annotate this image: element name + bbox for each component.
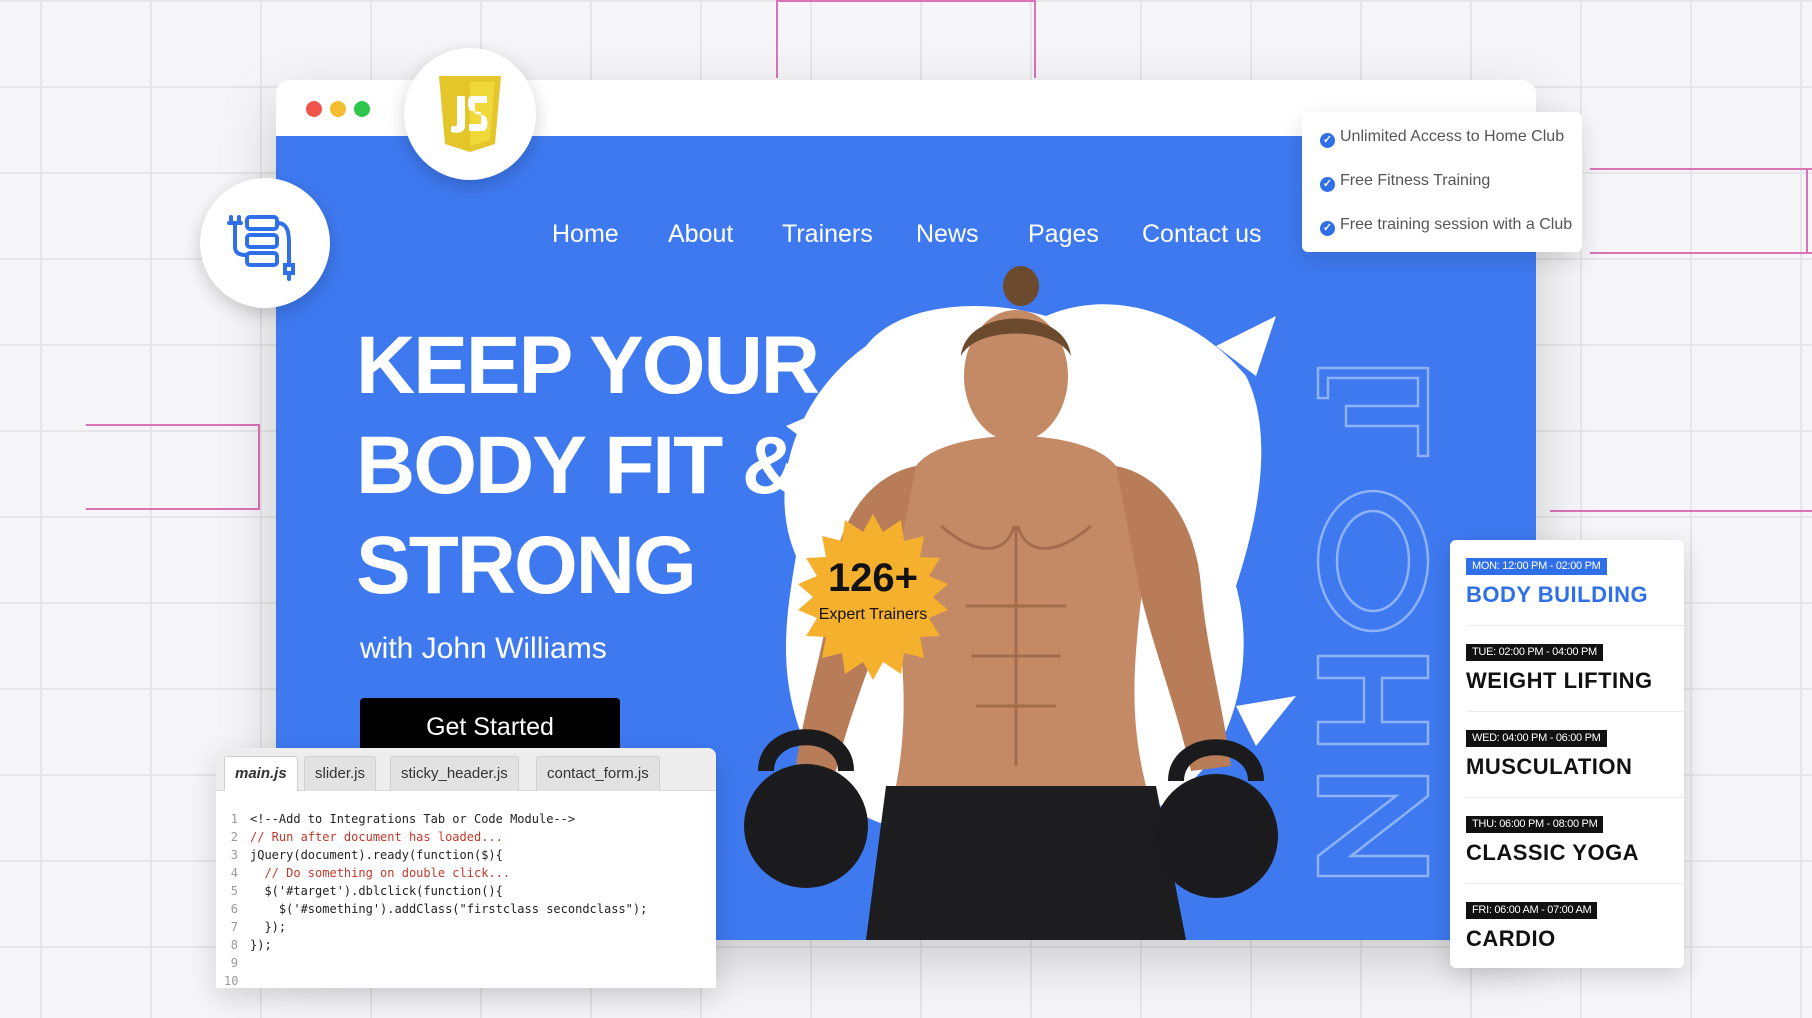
- code-line: 10: [224, 974, 239, 988]
- nav-contact-us[interactable]: Contact us: [1142, 220, 1262, 249]
- schedule-slot[interactable]: TUE: 02:00 PM - 04:00 PM WEIGHT LIFTING: [1466, 626, 1684, 712]
- trainers-count: 126+: [827, 556, 919, 600]
- decor-line: [86, 424, 260, 426]
- code-line: 2// Run after document has loaded...: [230, 830, 503, 844]
- decor-line: [1034, 0, 1036, 78]
- decor-line: [1590, 252, 1812, 254]
- outline-name-decor: [1306, 356, 1436, 940]
- nav-home[interactable]: Home: [552, 220, 619, 249]
- class-schedule-card: MON: 12:00 PM - 02:00 PM BODY BUILDING T…: [1450, 540, 1684, 968]
- code-line: 3 jQuery(document).ready(function($){: [230, 848, 503, 862]
- check-circle-icon: ✓: [1320, 177, 1335, 192]
- minimize-dot[interactable]: [330, 101, 346, 117]
- decor-line: [258, 424, 260, 510]
- schedule-slot[interactable]: FRI: 06:00 AM - 07:00 AM CARDIO: [1466, 884, 1684, 968]
- code-line: 7 });: [230, 920, 287, 934]
- decor-line: [776, 0, 778, 78]
- nav-news[interactable]: News: [916, 220, 979, 249]
- javascript-logo-icon: [439, 76, 501, 152]
- check-circle-icon: ✓: [1320, 133, 1335, 148]
- decor-line: [1550, 510, 1812, 512]
- feature-text: Free training session with a Club: [1340, 216, 1573, 233]
- feature-item: ✓ Free training session with a Club: [1320, 216, 1572, 236]
- code-line: 8});: [230, 938, 272, 952]
- code-line: 5 $('#target').dblclick(function(){: [230, 884, 503, 898]
- feature-item: ✓ Free Fitness Training: [1320, 172, 1490, 192]
- tab-slider-js[interactable]: slider.js: [304, 756, 377, 791]
- schedule-slot[interactable]: WED: 04:00 PM - 06:00 PM MUSCULATION: [1466, 712, 1684, 798]
- code-line: 4 // Do something on double click...: [230, 866, 511, 880]
- slot-name: MUSCULATION: [1466, 754, 1633, 779]
- code-line: 6 $('#something').addClass("firstclass s…: [230, 902, 648, 916]
- slot-time: MON: 12:00 PM - 02:00 PM: [1466, 558, 1607, 575]
- database-badge: [200, 178, 330, 308]
- decor-line: [86, 508, 260, 510]
- headline-line-1: KEEP YOUR: [356, 320, 820, 411]
- decor-line: [1806, 168, 1808, 254]
- slot-name: WEIGHT LIFTING: [1466, 668, 1653, 693]
- slot-time: FRI: 06:00 AM - 07:00 AM: [1466, 902, 1598, 919]
- slot-time: WED: 04:00 PM - 06:00 PM: [1466, 730, 1607, 747]
- feature-text: Unlimited Access to Home Club: [1340, 128, 1565, 145]
- code-editor: main.js slider.js sticky_header.js conta…: [216, 748, 716, 988]
- slot-name: BODY BUILDING: [1466, 582, 1649, 607]
- tab-contact-form-js[interactable]: contact_form.js: [536, 756, 660, 791]
- maximize-dot[interactable]: [354, 101, 370, 117]
- feature-item: ✓ Unlimited Access to Home Club: [1320, 128, 1564, 148]
- schedule-slot[interactable]: THU: 06:00 PM - 08:00 PM CLASSIC YOGA: [1466, 798, 1684, 884]
- feature-text: Free Fitness Training: [1340, 172, 1491, 189]
- slot-name: CARDIO: [1466, 926, 1556, 951]
- tab-sticky-header-js[interactable]: sticky_header.js: [390, 756, 519, 791]
- nav-about[interactable]: About: [668, 220, 733, 249]
- database-plug-icon: [227, 215, 295, 281]
- schedule-slot[interactable]: MON: 12:00 PM - 02:00 PM BODY BUILDING: [1466, 540, 1684, 626]
- slot-time: TUE: 02:00 PM - 04:00 PM: [1466, 644, 1603, 661]
- slot-time: THU: 06:00 PM - 08:00 PM: [1466, 816, 1604, 833]
- decor-line: [776, 0, 1036, 2]
- slot-name: CLASSIC YOGA: [1466, 840, 1640, 865]
- trainers-label: Expert Trainers: [818, 606, 928, 623]
- features-card: ✓ Unlimited Access to Home Club ✓ Free Fit…: [1302, 112, 1582, 252]
- code-line: 9: [230, 956, 238, 970]
- close-dot[interactable]: [306, 101, 322, 117]
- tab-main-js[interactable]: main.js: [224, 756, 298, 791]
- editor-tabs: main.js slider.js sticky_header.js conta…: [216, 748, 716, 791]
- hero-subline: with John Williams: [360, 632, 607, 665]
- trainers-badge: 126+ Expert Trainers: [790, 514, 956, 680]
- code-line: 1 <!--Add to Integrations Tab or Code Mod…: [230, 812, 576, 826]
- check-circle-icon: ✓: [1320, 221, 1335, 236]
- headline-line-2: BODY FIT &: [356, 420, 801, 511]
- nav-trainers[interactable]: Trainers: [782, 220, 873, 249]
- code-area[interactable]: 1 <!--Add to Integrations Tab or Code Mod…: [216, 810, 716, 988]
- js-badge: [404, 48, 536, 180]
- decor-line: [1590, 168, 1812, 170]
- nav-pages[interactable]: Pages: [1028, 220, 1099, 249]
